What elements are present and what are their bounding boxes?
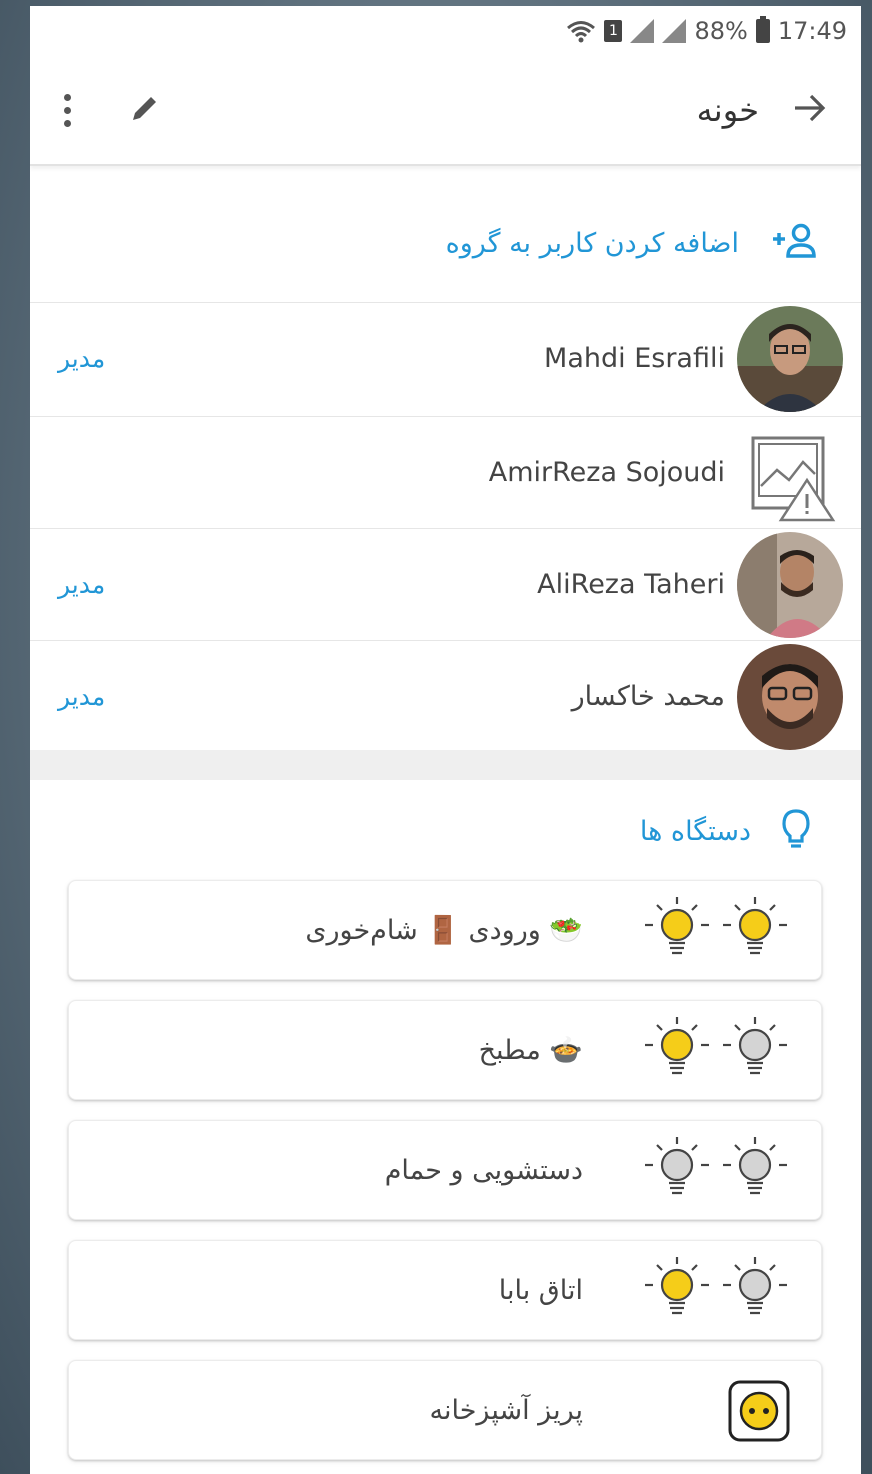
light-toggles [641,1015,791,1089]
device-label: اتاق بابا [498,1274,583,1306]
member-row[interactable]: مدیر AliReza Taheri [30,528,861,639]
light-toggles [641,1255,791,1329]
battery-percent: 88% [694,17,748,45]
device-card[interactable]: مطبخ 🍲 [68,1000,822,1100]
member-name: محمد خاکسار [571,680,725,712]
member-name: AliReza Taheri [537,568,725,600]
avatar [737,644,843,750]
device-card[interactable]: دستشویی و حمام [68,1120,822,1220]
signal-icon [630,19,655,43]
more-options-icon[interactable] [64,93,71,127]
device-card[interactable]: اتاق بابا [68,1240,822,1340]
device-label: پریز آشپزخانه [429,1394,583,1426]
add-user-button[interactable]: اضافه کردن کاربر به گروه [30,184,861,302]
broken-image-icon [737,420,843,526]
sim-icon: 1 [604,20,623,42]
lightbulb-icon [781,808,811,854]
phone-screen: 1 88% 17:49 خونه اضافه کردن کاربر به گرو… [30,6,861,1474]
member-row[interactable]: مدیر Mahdi Esrafili [30,302,861,413]
avatar [737,532,843,638]
battery-icon [755,16,770,43]
avatar [737,306,843,412]
device-card[interactable]: ورودی 🚪 شام‌خوری 🥗 [68,880,822,980]
socket-icon[interactable] [727,1379,791,1447]
devices-label: دستگاه ها [639,815,751,847]
devices-header: دستگاه ها [30,786,861,876]
edit-icon[interactable] [129,92,161,128]
light-toggles [641,1135,791,1209]
bulb-on-icon[interactable] [641,1015,713,1089]
signal-icon-2 [662,19,687,43]
device-label: مطبخ 🍲 [478,1035,583,1066]
light-toggles [641,895,791,969]
bulb-on-icon[interactable] [641,1255,713,1329]
page-title: خونه [696,91,759,129]
device-card[interactable]: پریز آشپزخانه [68,1360,822,1460]
member-role: مدیر [58,569,106,599]
device-label: دستشویی و حمام [384,1154,583,1186]
bulb-off-icon[interactable] [719,1135,791,1209]
section-divider [30,750,861,780]
add-user-label: اضافه کردن کاربر به گروه [445,227,739,259]
app-bar: خونه [30,56,861,166]
device-label: ورودی 🚪 شام‌خوری 🥗 [305,915,583,946]
bulb-off-icon[interactable] [641,1135,713,1209]
back-arrow-icon[interactable] [793,93,827,127]
bulb-off-icon[interactable] [719,1015,791,1089]
wifi-icon [566,19,596,43]
member-role: مدیر [58,343,106,373]
add-person-icon [771,223,819,263]
member-name: AmirReza Sojoudi [488,456,725,488]
bulb-on-icon[interactable] [719,895,791,969]
member-role: مدیر [58,681,106,711]
clock: 17:49 [777,17,847,45]
status-bar: 1 88% 17:49 [30,6,861,56]
member-row[interactable]: AmirReza Sojoudi [30,416,861,527]
bulb-on-icon[interactable] [641,895,713,969]
bulb-off-icon[interactable] [719,1255,791,1329]
member-name: Mahdi Esrafili [544,342,725,374]
member-row[interactable]: مدیر محمد خاکسار [30,640,861,751]
